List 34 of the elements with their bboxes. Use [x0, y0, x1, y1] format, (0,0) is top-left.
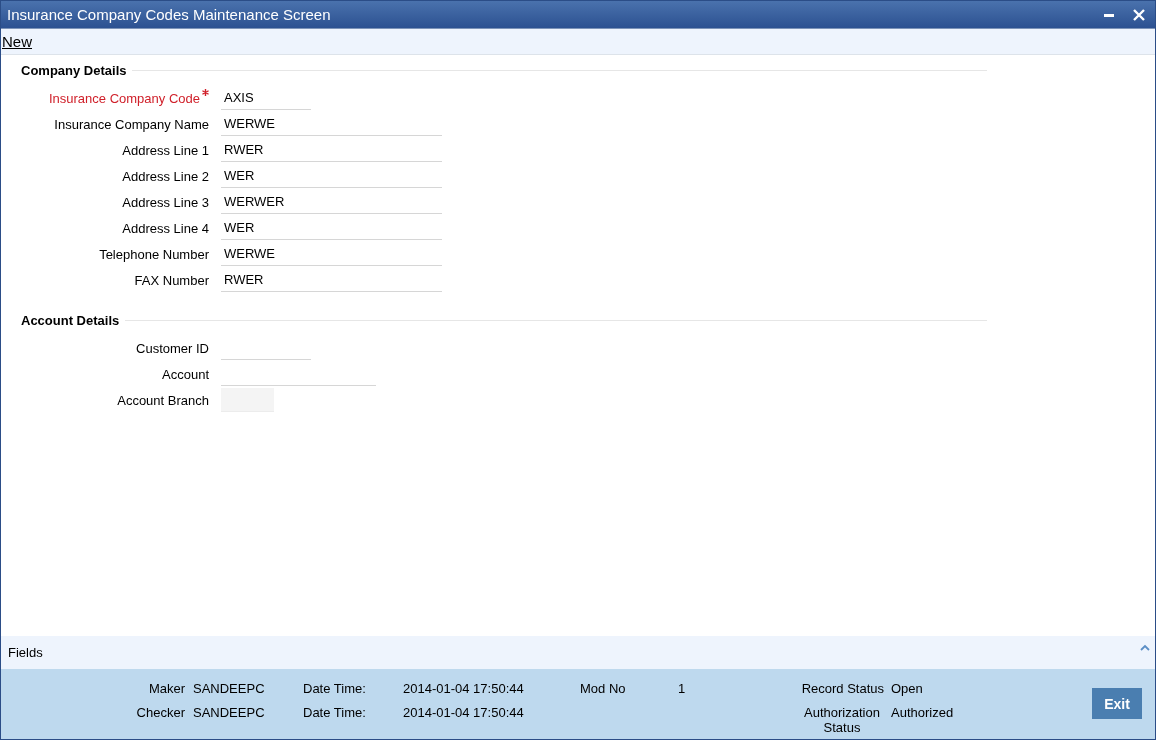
audit-value: SANDEEPC [193, 681, 266, 696]
audit-label: Mod No [580, 681, 627, 696]
field-label: Insurance Company Name [54, 116, 209, 132]
field-label: Account Branch [117, 392, 209, 408]
required-icon [202, 88, 209, 96]
audit-label: Checker [135, 705, 186, 722]
field-label: Insurance Company Code [48, 90, 200, 106]
audit-value: 2014-01-04 17:50:44 [403, 681, 525, 696]
section-title: Account Details [21, 313, 120, 328]
exit-button[interactable]: Exit [1092, 688, 1142, 719]
audit-label: Date Time: [303, 681, 367, 696]
caret-icon[interactable] [1140, 644, 1150, 651]
audit-label: Record Status [801, 681, 884, 696]
audit-value: 2014-01-04 17:50:44 [403, 705, 525, 722]
audit-label: Date Time: [303, 705, 367, 722]
field-label: Customer ID [136, 340, 209, 356]
fields-label[interactable]: Fields [8, 645, 43, 660]
audit-label: Authorization Status [803, 705, 881, 735]
field-label: Address Line 4 [122, 220, 209, 236]
field-label: Account [162, 366, 209, 382]
field-label: Address Line 3 [122, 194, 209, 210]
field-label: Address Line 1 [122, 142, 209, 158]
audit-value: SANDEEPC [193, 705, 266, 722]
field-label: Address Line 2 [122, 168, 209, 184]
audit-label: Maker [147, 681, 186, 696]
audit-value: 1 [678, 681, 687, 696]
audit-value: Open [891, 681, 924, 696]
audit-value: Authorized [891, 705, 955, 722]
field-label: Telephone Number [99, 246, 209, 262]
section-title: Company Details [21, 63, 127, 78]
window-title: Insurance Company Codes Maintenance Screen [7, 6, 331, 23]
new-link[interactable]: New [2, 33, 32, 50]
field-label: FAX Number [134, 272, 209, 288]
close-icon[interactable] [1133, 8, 1145, 21]
